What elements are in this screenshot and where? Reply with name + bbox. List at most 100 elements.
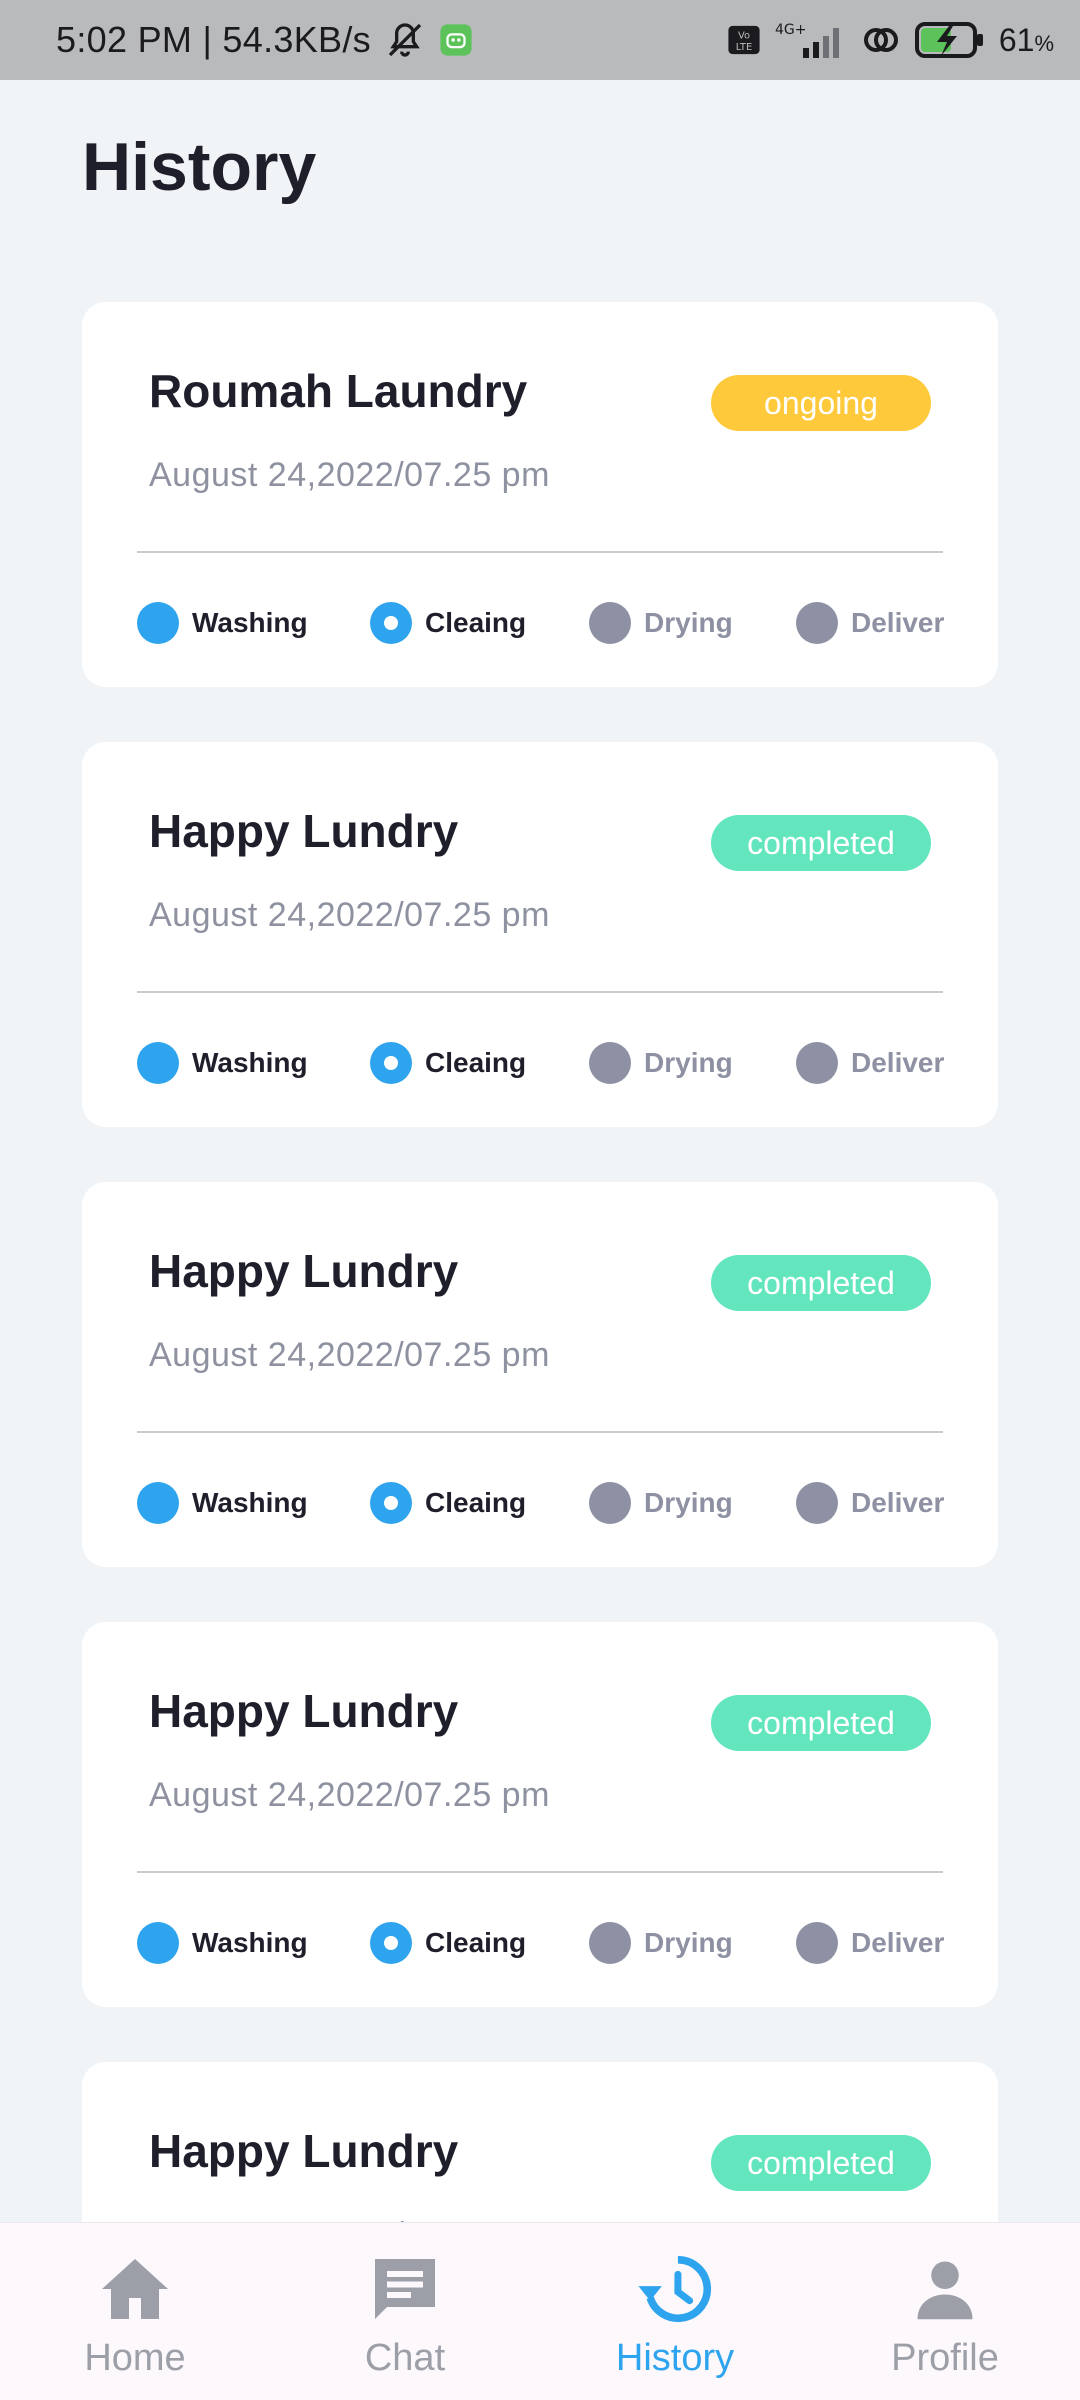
step-label: Deliver: [851, 1047, 945, 1078]
step-dot-icon: [589, 1922, 631, 1964]
step-label: Cleaing: [425, 1927, 527, 1958]
step-label: Deliver: [851, 1927, 945, 1958]
status-badge: completed: [711, 1695, 931, 1751]
history-screen: 5:02 PM | 54.3KB/s Vo LTE 4G+ 61% Histor…: [0, 0, 1080, 2400]
laundry-name: Happy Lundry: [149, 805, 459, 857]
status-bar: 5:02 PM | 54.3KB/s Vo LTE 4G+ 61%: [0, 0, 1080, 80]
step-label: Deliver: [851, 1487, 945, 1518]
step-dot-icon: [137, 1482, 179, 1524]
step-label: Drying: [644, 1927, 733, 1958]
step-dot-icon: [589, 1482, 631, 1524]
step-dot-icon: [796, 1042, 838, 1084]
step-deliver: Deliver: [796, 600, 944, 646]
order-date: August 24,2022/07.25 pm: [149, 1776, 550, 1814]
step-label: Deliver: [851, 607, 945, 638]
order-date: August 24,2022/07.25 pm: [149, 896, 550, 934]
order-date: August 24,2022/07.25 pm: [149, 1336, 550, 1374]
robot-app-icon: [439, 23, 473, 57]
progress-steps: Washing Cleaing Drying Deliver: [137, 1040, 944, 1086]
step-dot-icon: [589, 602, 631, 644]
battery-charging-icon: [914, 20, 985, 60]
step-label: Drying: [644, 1487, 733, 1518]
progress-steps: Washing Cleaing Drying Deliver: [137, 1920, 944, 1966]
status-badge: completed: [711, 2135, 931, 2191]
progress-steps: Washing Cleaing Drying Deliver: [137, 1480, 944, 1526]
divider: [137, 991, 943, 993]
step-drying: Drying: [589, 1920, 733, 1966]
step-label: Washing: [192, 1927, 308, 1958]
history-icon: [637, 2251, 713, 2327]
step-label: Washing: [192, 1047, 308, 1078]
svg-text:Vo: Vo: [738, 31, 750, 42]
step-cleaing: Cleaing: [370, 1040, 526, 1086]
step-dot-icon: [370, 1042, 412, 1084]
link-icon: [861, 20, 901, 60]
step-dot-icon: [370, 602, 412, 644]
laundry-name: Happy Lundry: [149, 2125, 459, 2177]
step-label: Cleaing: [425, 1047, 527, 1078]
step-dot-icon: [370, 1922, 412, 1964]
step-deliver: Deliver: [796, 1040, 944, 1086]
step-drying: Drying: [589, 1040, 733, 1086]
status-badge: ongoing: [711, 375, 931, 431]
step-dot-icon: [589, 1042, 631, 1084]
step-label: Drying: [644, 1047, 733, 1078]
status-right: Vo LTE 4G+ 61%: [727, 20, 1054, 60]
step-deliver: Deliver: [796, 1920, 944, 1966]
step-dot-icon: [137, 1922, 179, 1964]
nav-home-label: Home: [84, 2337, 186, 2379]
nav-profile[interactable]: Profile: [810, 2223, 1080, 2400]
order-card[interactable]: Happy Lundry completed August 24,2022/07.2…: [82, 1622, 998, 2007]
order-date: August 24,2022/07.25 pm: [149, 456, 550, 494]
step-drying: Drying: [589, 1480, 733, 1526]
step-cleaing: Cleaing: [370, 1920, 526, 1966]
profile-icon: [912, 2251, 978, 2327]
step-cleaing: Cleaing: [370, 1480, 526, 1526]
order-card[interactable]: Happy Lundry completed August 24,2022/07.2…: [82, 1182, 998, 1567]
step-dot-icon: [137, 1042, 179, 1084]
step-washing: Washing: [137, 1040, 308, 1086]
status-left: 5:02 PM | 54.3KB/s: [56, 19, 473, 61]
step-dot-icon: [370, 1482, 412, 1524]
svg-text:4G+: 4G+: [775, 22, 807, 38]
order-history-list: Roumah Laundry ongoing August 24,2022/07.2…: [82, 302, 998, 2400]
signal-icon: 4G+: [775, 20, 847, 60]
order-card[interactable]: Roumah Laundry ongoing August 24,2022/07.2…: [82, 302, 998, 687]
nav-history[interactable]: History: [540, 2223, 810, 2400]
laundry-name: Happy Lundry: [149, 1685, 459, 1737]
nav-chat[interactable]: Chat: [270, 2223, 540, 2400]
bottom-navigation: Home Chat History Profile: [0, 2222, 1080, 2400]
nav-home[interactable]: Home: [0, 2223, 270, 2400]
chat-icon: [369, 2251, 441, 2327]
page-title: History: [82, 129, 317, 205]
step-dot-icon: [796, 602, 838, 644]
step-label: Washing: [192, 1487, 308, 1518]
divider: [137, 1871, 943, 1873]
laundry-name: Happy Lundry: [149, 1245, 459, 1297]
nav-profile-label: Profile: [891, 2337, 999, 2379]
step-dot-icon: [796, 1922, 838, 1964]
step-dot-icon: [137, 602, 179, 644]
step-drying: Drying: [589, 600, 733, 646]
status-badge: completed: [711, 1255, 931, 1311]
home-icon: [99, 2251, 171, 2327]
step-washing: Washing: [137, 1920, 308, 1966]
progress-steps: Washing Cleaing Drying Deliver: [137, 600, 944, 646]
status-badge: completed: [711, 815, 931, 871]
step-label: Cleaing: [425, 1487, 527, 1518]
mute-icon: [385, 20, 425, 60]
step-washing: Washing: [137, 1480, 308, 1526]
status-time-speed: 5:02 PM | 54.3KB/s: [56, 19, 371, 60]
nav-history-label: History: [615, 2337, 735, 2379]
step-label: Washing: [192, 607, 308, 638]
order-card[interactable]: Happy Lundry completed August 24,2022/07.2…: [82, 742, 998, 1127]
laundry-name: Roumah Laundry: [149, 365, 528, 417]
step-dot-icon: [796, 1482, 838, 1524]
divider: [137, 1431, 943, 1433]
step-label: Drying: [644, 607, 733, 638]
step-label: Cleaing: [425, 607, 527, 638]
step-deliver: Deliver: [796, 1480, 944, 1526]
step-cleaing: Cleaing: [370, 600, 526, 646]
battery-percent: 61%: [998, 21, 1054, 58]
volte-icon: Vo LTE: [727, 23, 761, 57]
